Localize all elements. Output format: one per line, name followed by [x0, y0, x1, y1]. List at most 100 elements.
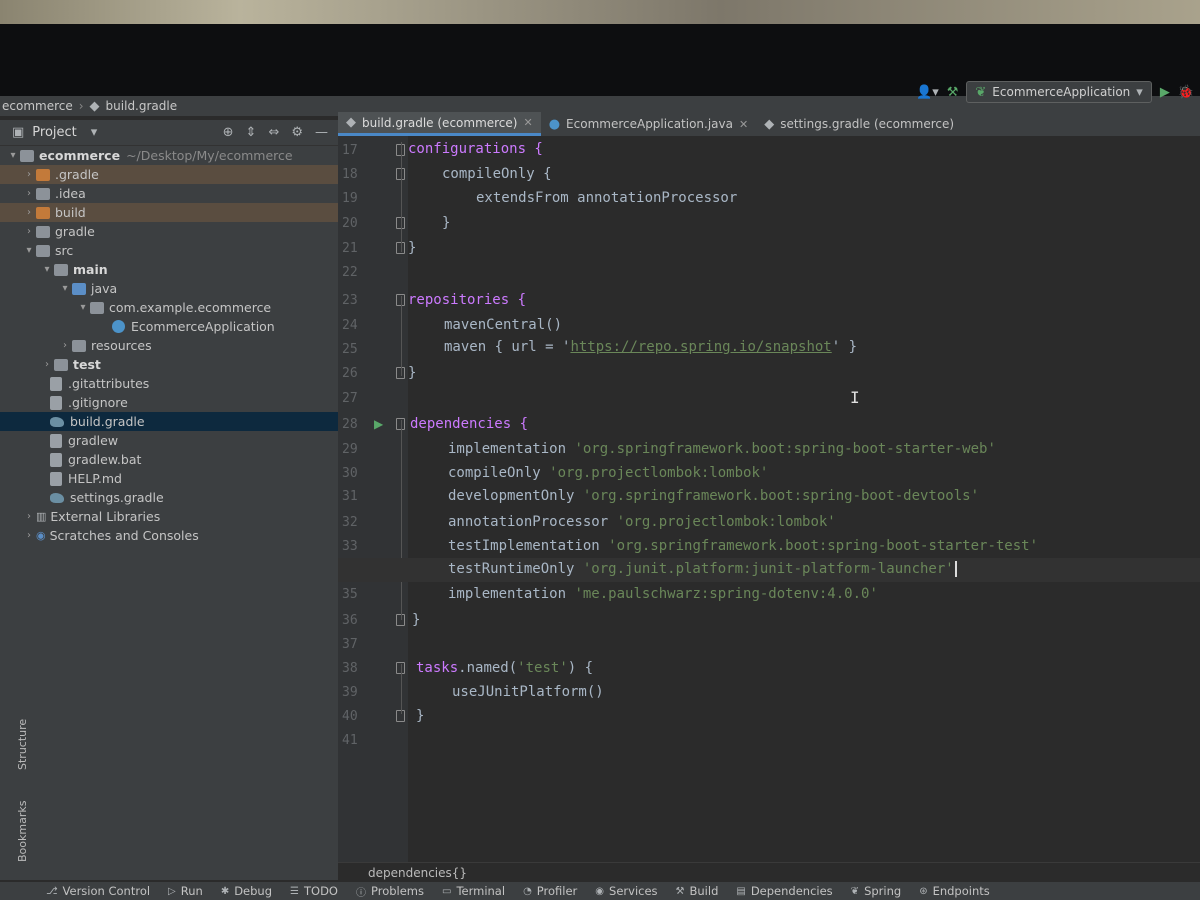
- tool-profiler[interactable]: ◔ Profiler: [523, 884, 577, 898]
- run-gutter-icon[interactable]: ▶: [374, 417, 383, 431]
- breadcrumb-dependencies[interactable]: dependencies{}: [368, 866, 467, 880]
- chevron-right-icon[interactable]: ›: [22, 511, 36, 522]
- line-number[interactable]: 30: [338, 466, 378, 481]
- chevron-down-icon[interactable]: ▾: [91, 125, 98, 140]
- tree-item-test[interactable]: › test: [0, 355, 338, 374]
- chevron-right-icon[interactable]: ›: [40, 359, 54, 370]
- debug-icon[interactable]: 🐞: [1178, 85, 1194, 100]
- line-number[interactable]: 21: [338, 241, 378, 256]
- tree-item-gitattributes[interactable]: .gitattributes: [0, 374, 338, 393]
- chevron-down-icon[interactable]: ▾: [6, 150, 20, 161]
- code-editor[interactable]: 1718192021222324252627282930313233343536…: [338, 136, 1200, 862]
- user-icon[interactable]: 👤▾: [916, 85, 939, 100]
- tool-problems[interactable]: ⓘ Problems: [356, 884, 424, 899]
- endpoints-icon: ⊛: [919, 885, 928, 897]
- line-number[interactable]: 19: [338, 191, 378, 206]
- url-link[interactable]: https://repo.spring.io/snapshot: [570, 339, 831, 355]
- chevron-right-icon[interactable]: ›: [22, 530, 36, 541]
- project-panel-title[interactable]: Project: [32, 125, 76, 140]
- tab-settings-gradle[interactable]: ◆ settings.gradle (ecommerce): [756, 112, 962, 136]
- tool-dependencies[interactable]: ▤ Dependencies: [736, 884, 832, 898]
- tree-item-settings-gradle[interactable]: settings.gradle: [0, 488, 338, 507]
- tool-debug[interactable]: ✱ Debug: [221, 884, 272, 898]
- chevron-down-icon[interactable]: ▾: [40, 264, 54, 275]
- close-icon[interactable]: ✕: [739, 118, 748, 131]
- tool-run[interactable]: ▷ Run: [168, 884, 203, 898]
- line-number[interactable]: 22: [338, 265, 378, 280]
- bookmarks-side-tab[interactable]: Bookmarks: [16, 801, 29, 862]
- minimize-icon[interactable]: —: [315, 125, 328, 140]
- tree-item-java[interactable]: ▾ java: [0, 279, 338, 298]
- line-number[interactable]: 35: [338, 587, 378, 602]
- chevron-down-icon[interactable]: ▾: [76, 302, 90, 313]
- build-hammer-icon[interactable]: ⚒: [947, 85, 959, 100]
- structure-side-tab[interactable]: Structure: [16, 719, 29, 770]
- run-icon[interactable]: ▶: [1160, 85, 1170, 100]
- line-number[interactable]: 26: [338, 366, 378, 381]
- line-number[interactable]: 27: [338, 391, 378, 406]
- tool-endpoints[interactable]: ⊛ Endpoints: [919, 884, 990, 898]
- tree-root[interactable]: ▾ ecommerce ~/Desktop/My/ecommerce: [0, 146, 338, 165]
- tree-item-ecommerce-application[interactable]: EcommerceApplication: [0, 317, 338, 336]
- tree-item-gradle[interactable]: › gradle: [0, 222, 338, 241]
- locate-icon[interactable]: ⊕: [223, 125, 234, 140]
- tree-item-external-libraries[interactable]: › ▥ External Libraries: [0, 507, 338, 526]
- tool-spring[interactable]: ❦ Spring: [851, 884, 902, 898]
- collapse-all-icon[interactable]: ⇔: [268, 125, 279, 140]
- line-number[interactable]: 32: [338, 515, 378, 530]
- tree-item-scratches[interactable]: › ◉ Scratches and Consoles: [0, 526, 338, 545]
- line-number[interactable]: 38: [338, 661, 378, 676]
- tool-version-control[interactable]: ⎇ Version Control: [46, 884, 150, 898]
- line-number[interactable]: 31: [338, 489, 378, 504]
- breadcrumb-file[interactable]: build.gradle: [106, 99, 178, 113]
- line-number[interactable]: 39: [338, 685, 378, 700]
- breadcrumb-project[interactable]: ecommerce: [2, 99, 73, 113]
- code-line-34: testRuntimeOnly 'org.junit.platform:juni…: [448, 561, 957, 577]
- line-number[interactable]: 40: [338, 709, 378, 724]
- line-number[interactable]: 33: [338, 539, 378, 554]
- chevron-right-icon[interactable]: ›: [22, 207, 36, 218]
- line-number[interactable]: 29: [338, 442, 378, 457]
- line-number[interactable]: 20: [338, 216, 378, 231]
- close-icon[interactable]: ✕: [523, 116, 532, 129]
- line-number[interactable]: 28: [338, 417, 378, 432]
- chevron-down-icon[interactable]: ▾: [58, 283, 72, 294]
- line-number[interactable]: 17: [338, 143, 378, 158]
- tree-item-gradlew-bat[interactable]: gradlew.bat: [0, 450, 338, 469]
- line-number[interactable]: 25: [338, 342, 378, 357]
- line-number[interactable]: 23: [338, 293, 378, 308]
- line-number[interactable]: 24: [338, 318, 378, 333]
- tool-build[interactable]: ⚒ Build: [676, 884, 719, 898]
- tree-item-help-md[interactable]: HELP.md: [0, 469, 338, 488]
- tree-item-src[interactable]: ▾ src: [0, 241, 338, 260]
- chevron-right-icon[interactable]: ›: [22, 188, 36, 199]
- tool-todo[interactable]: ☰ TODO: [290, 884, 338, 898]
- tree-item-idea[interactable]: › .idea: [0, 184, 338, 203]
- tree-item-gradle-dir[interactable]: › .gradle: [0, 165, 338, 184]
- chevron-down-icon[interactable]: ▾: [22, 245, 36, 256]
- chevron-right-icon[interactable]: ›: [22, 169, 36, 180]
- tree-item-main[interactable]: ▾ main: [0, 260, 338, 279]
- line-number-row: 41: [338, 728, 1200, 752]
- gear-icon[interactable]: ⚙: [291, 125, 303, 140]
- line-number[interactable]: 37: [338, 637, 378, 652]
- tab-build-gradle[interactable]: ◆ build.gradle (ecommerce) ✕: [338, 112, 541, 136]
- run-configuration-select[interactable]: ❦ EcommerceApplication ▾: [966, 81, 1152, 103]
- tree-item-build[interactable]: › build: [0, 203, 338, 222]
- line-number[interactable]: 36: [338, 613, 378, 628]
- tree-item-build-gradle[interactable]: build.gradle: [0, 412, 338, 431]
- tree-item-resources[interactable]: › resources: [0, 336, 338, 355]
- chevron-right-icon[interactable]: ›: [58, 340, 72, 351]
- expand-all-icon[interactable]: ⇕: [246, 125, 257, 140]
- tree-item-gitignore[interactable]: .gitignore: [0, 393, 338, 412]
- debug-icon: ✱: [220, 885, 230, 897]
- tree-item-gradlew[interactable]: gradlew: [0, 431, 338, 450]
- tool-services[interactable]: ◉ Services: [595, 884, 657, 898]
- tree-item-package[interactable]: ▾ com.example.ecommerce: [0, 298, 338, 317]
- tab-ecommerce-application[interactable]: ● EcommerceApplication.java ✕: [541, 112, 757, 136]
- tool-terminal[interactable]: ▭ Terminal: [442, 884, 505, 898]
- chevron-right-icon[interactable]: ›: [22, 226, 36, 237]
- line-number[interactable]: 41: [338, 733, 378, 748]
- line-number[interactable]: 18: [338, 167, 378, 182]
- code-line-35: implementation 'me.paulschwarz:spring-do…: [448, 586, 878, 602]
